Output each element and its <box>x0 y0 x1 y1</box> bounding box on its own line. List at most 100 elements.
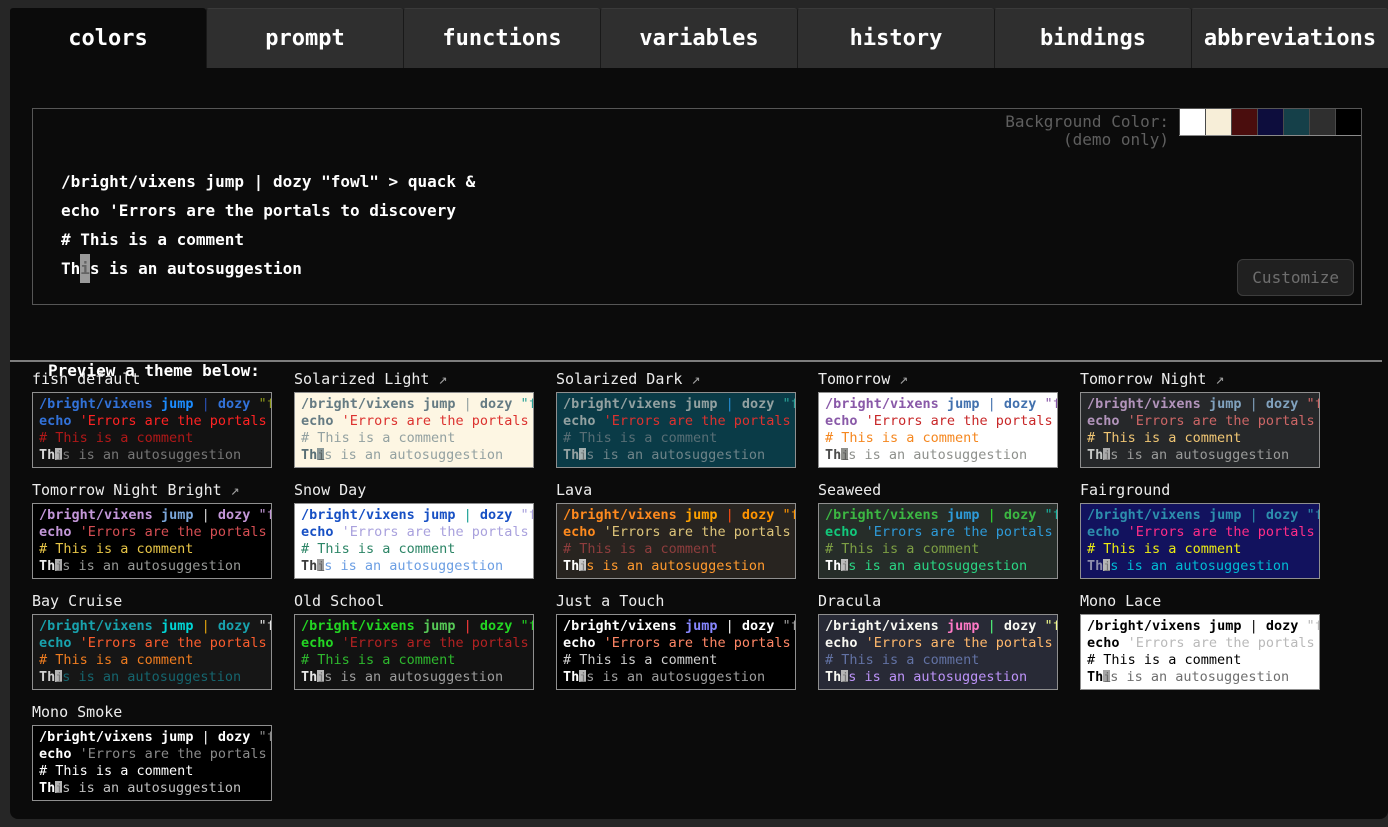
theme-card-solarized-dark[interactable]: Solarized Dark ↗/bright/vixens jump | do… <box>556 370 796 468</box>
customize-button[interactable]: Customize <box>1237 259 1354 296</box>
token-param: jump <box>947 507 980 523</box>
theme-card-snow-day[interactable]: Snow Day/bright/vixens jump | dozy "fowl… <box>294 481 534 579</box>
theme-preview-box[interactable]: /bright/vixens jump | dozy "fowl" > quac… <box>818 614 1058 690</box>
sample-token <box>244 172 254 191</box>
bg-swatch-2[interactable] <box>1205 109 1231 135</box>
bg-swatch-1[interactable] <box>1179 109 1205 135</box>
theme-preview-box[interactable]: /bright/vixens jump | dozy "fowl" > quac… <box>1080 503 1320 579</box>
tab-bindings[interactable]: bindings <box>994 8 1191 68</box>
theme-preview-box[interactable]: /bright/vixens jump | dozy "fowl" > quac… <box>294 503 534 579</box>
theme-preview-box[interactable]: /bright/vixens jump | dozy "fowl" > quac… <box>1080 392 1320 468</box>
theme-card-solarized-light[interactable]: Solarized Light ↗/bright/vixens jump | d… <box>294 370 534 468</box>
theme-preview-box[interactable]: /bright/vixens jump | dozy "fowl" > quac… <box>1080 614 1320 690</box>
sample-token <box>1036 618 1044 634</box>
theme-card-fairground[interactable]: Fairground/bright/vixens jump | dozy "fo… <box>1080 481 1320 579</box>
token-command: dozy <box>218 729 251 745</box>
bg-swatch-4[interactable] <box>1257 109 1283 135</box>
sample-token <box>1258 618 1266 634</box>
theme-preview-box[interactable]: /bright/vixens jump | dozy "fowl" > quac… <box>294 392 534 468</box>
tab-prompt[interactable]: prompt <box>206 8 403 68</box>
sample-token <box>774 507 782 523</box>
theme-preview-box[interactable]: /bright/vixens jump | dozy "fowl" > quac… <box>32 725 272 801</box>
sample-token <box>996 618 1004 634</box>
theme-title: Fairground <box>1080 481 1320 499</box>
sample-token <box>196 172 206 191</box>
sample-token <box>512 507 520 523</box>
sample-line: echo 'Errors are the portals to discover… <box>39 524 271 541</box>
theme-card-mono-smoke[interactable]: Mono Smoke/bright/vixens jump | dozy "fo… <box>32 703 272 801</box>
sample-token <box>210 396 218 412</box>
sample-token <box>455 618 463 634</box>
token-pipe: | <box>988 396 996 412</box>
token-command: dozy <box>273 172 312 191</box>
theme-grid: fish default/bright/vixens jump | dozy "… <box>32 370 1320 801</box>
sample-line: # This is a comment <box>39 763 271 780</box>
token-string: 'Errors are the portals to discovery <box>342 413 534 429</box>
tab-functions[interactable]: functions <box>403 8 600 68</box>
token-echo: echo <box>39 746 72 762</box>
background-swatch-row <box>1179 109 1361 136</box>
sample-token <box>72 413 80 429</box>
token-pipe: | <box>464 507 472 523</box>
sample-line: /bright/vixens jump | dozy "fowl" > quac… <box>301 507 533 524</box>
theme-card-seaweed[interactable]: Seaweed/bright/vixens jump | dozy "fowl"… <box>818 481 1058 579</box>
bg-swatch-3[interactable] <box>1231 109 1257 135</box>
bg-swatch-5[interactable] <box>1283 109 1309 135</box>
sample-token <box>153 729 161 745</box>
tab-variables[interactable]: variables <box>600 8 797 68</box>
token-autosuggestion: s is an autosuggestion <box>62 558 241 574</box>
token-echo: echo <box>301 635 334 651</box>
theme-card-mono-lace[interactable]: Mono Lace/bright/vixens jump | dozy "fow… <box>1080 592 1320 690</box>
theme-preview-box[interactable]: /bright/vixens jump | dozy "fowl" > quac… <box>556 614 796 690</box>
sample-line: /bright/vixens jump | dozy "fowl" > quac… <box>1087 618 1319 635</box>
tab-colors[interactable]: colors <box>10 8 206 68</box>
sample-line: This is an autosuggestion <box>825 447 1057 464</box>
sample-token <box>512 396 520 412</box>
theme-preview-box[interactable]: /bright/vixens jump | dozy "fowl" > quac… <box>32 392 272 468</box>
tab-history[interactable]: history <box>797 8 994 68</box>
sample-token <box>1298 507 1306 523</box>
sample-token <box>858 413 866 429</box>
token-command: dozy <box>742 507 775 523</box>
token-echo: echo <box>1087 635 1120 651</box>
sample-token <box>1120 635 1128 651</box>
sample-token <box>415 396 423 412</box>
sample-line: This is an autosuggestion <box>825 669 1057 686</box>
theme-card-just-a-touch[interactable]: Just a Touch/bright/vixens jump | dozy "… <box>556 592 796 690</box>
sample-line: echo 'Errors are the portals to discover… <box>39 635 271 652</box>
token-autosuggestion: s is an autosuggestion <box>90 259 302 278</box>
theme-preview-box[interactable]: /bright/vixens jump | dozy "fowl" > quac… <box>32 614 272 690</box>
theme-card-dracula[interactable]: Dracula/bright/vixens jump | dozy "fowl"… <box>818 592 1058 690</box>
sample-line: This is an autosuggestion <box>825 558 1057 575</box>
token-string: 'Errors are the portals to discovery <box>80 746 272 762</box>
bg-swatch-7[interactable] <box>1335 109 1361 135</box>
bg-swatch-6[interactable] <box>1309 109 1335 135</box>
theme-preview-box[interactable]: /bright/vixens jump | dozy "fowl" > quac… <box>32 503 272 579</box>
theme-preview-box[interactable]: /bright/vixens jump | dozy "fowl" > quac… <box>818 503 1058 579</box>
theme-card-lava[interactable]: Lava/bright/vixens jump | dozy "fowl" > … <box>556 481 796 579</box>
theme-card-tomorrow-night[interactable]: Tomorrow Night ↗/bright/vixens jump | do… <box>1080 370 1320 468</box>
token-text: Th <box>825 447 841 463</box>
sample-token <box>334 524 342 540</box>
theme-preview-box[interactable]: /bright/vixens jump | dozy "fowl" > quac… <box>556 392 796 468</box>
theme-preview-box[interactable]: /bright/vixens jump | dozy "fowl" > quac… <box>556 503 796 579</box>
sample-line: # This is a comment <box>301 652 533 669</box>
sample-line: echo 'Errors are the portals to discover… <box>1087 524 1319 541</box>
theme-card-tomorrow[interactable]: Tomorrow ↗/bright/vixens jump | dozy "fo… <box>818 370 1058 468</box>
sample-token <box>250 729 258 745</box>
theme-preview-box[interactable]: /bright/vixens jump | dozy "fowl" > quac… <box>294 614 534 690</box>
sample-line: # This is a comment <box>825 541 1057 558</box>
token-param: jump <box>947 396 980 412</box>
theme-card-tomorrow-night-bright[interactable]: Tomorrow Night Bright ↗/bright/vixens ju… <box>32 481 272 579</box>
tab-abbreviations[interactable]: abbreviations <box>1191 8 1388 68</box>
token-autosuggestion: s is an autosuggestion <box>586 669 765 685</box>
token-path: /bright/vixens <box>1087 618 1201 634</box>
sample-line: /bright/vixens jump | dozy "fowl" > quac… <box>39 618 271 635</box>
theme-card-bay-cruise[interactable]: Bay Cruise/bright/vixens jump | dozy "fo… <box>32 592 272 690</box>
sample-token <box>1241 396 1249 412</box>
sample-line: /bright/vixens jump | dozy "fowl" > quac… <box>825 618 1057 635</box>
theme-card-old-school[interactable]: Old School/bright/vixens jump | dozy "fo… <box>294 592 534 690</box>
token-string: 'Errors are the portals to discovery <box>1128 413 1320 429</box>
theme-card-fish-default[interactable]: fish default/bright/vixens jump | dozy "… <box>32 370 272 468</box>
theme-preview-box[interactable]: /bright/vixens jump | dozy "fowl" > quac… <box>818 392 1058 468</box>
